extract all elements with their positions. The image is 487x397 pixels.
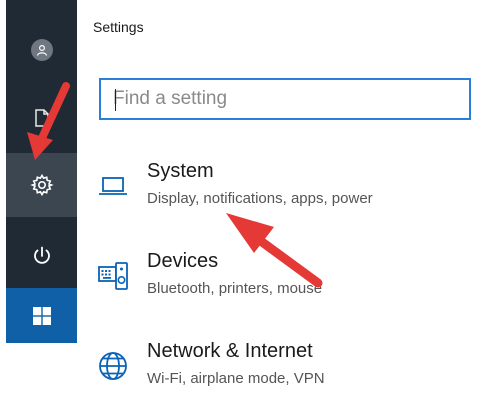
start-menu-rail [6, 0, 77, 343]
annotation-arrow-settings [27, 82, 70, 160]
category-name: System [147, 160, 214, 182]
search-input[interactable] [101, 80, 413, 118]
start-button[interactable] [6, 288, 77, 343]
devices-icon [98, 262, 128, 290]
category-network-internet[interactable]: Network & Internet Wi-Fi, airplane mode,… [92, 335, 472, 397]
power-icon [33, 246, 50, 264]
gear-icon [29, 173, 54, 197]
text-caret [115, 89, 116, 111]
category-description: Wi-Fi, airplane mode, VPN [147, 370, 325, 387]
power-button[interactable] [6, 226, 77, 286]
laptop-icon [99, 177, 127, 195]
globe-icon [99, 352, 127, 380]
page-title: Settings [93, 19, 144, 35]
search-box[interactable] [99, 78, 471, 120]
user-icon [30, 39, 53, 61]
annotation-arrow-system [226, 213, 323, 288]
category-name: Devices [147, 250, 219, 272]
user-account-button[interactable] [6, 20, 77, 80]
windows-logo-icon [32, 306, 51, 325]
category-name: Network & Internet [147, 340, 313, 362]
